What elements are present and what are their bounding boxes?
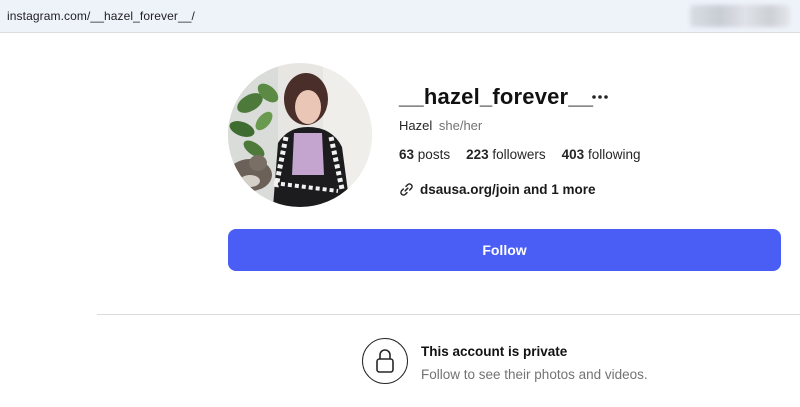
profile-photo <box>228 63 372 207</box>
followers-label: followers <box>492 147 546 162</box>
posts-count: 63 <box>399 147 415 162</box>
following-count: 403 <box>561 147 585 162</box>
link-text: dsausa.org/join and 1 more <box>420 182 596 197</box>
url-text[interactable]: instagram.com/__hazel_forever__/ <box>7 9 195 23</box>
profile-link[interactable]: dsausa.org/join and 1 more <box>399 182 596 197</box>
profile-avatar[interactable] <box>228 63 372 207</box>
followers-stat[interactable]: 223 followers <box>466 147 546 162</box>
private-account-title: This account is private <box>421 344 568 359</box>
section-divider <box>97 314 800 315</box>
display-name: Hazel <box>399 118 433 133</box>
followers-count: 223 <box>466 147 489 162</box>
posts-stat: 63 posts <box>399 147 450 162</box>
blurred-browser-controls <box>690 5 790 27</box>
private-account-subtitle: Follow to see their photos and videos. <box>421 367 648 382</box>
browser-address-bar[interactable]: instagram.com/__hazel_forever__/ <box>0 0 800 33</box>
following-stat[interactable]: 403 following <box>562 147 641 162</box>
more-options-icon[interactable] <box>589 87 611 107</box>
pronouns: she/her <box>438 118 483 133</box>
profile-name-row: Hazel she/her <box>399 118 482 133</box>
profile-stats: 63 posts 223 followers 403 following <box>399 147 656 162</box>
link-icon <box>400 183 413 196</box>
follow-button[interactable]: Follow <box>228 229 781 271</box>
lock-icon <box>362 338 408 384</box>
profile-username: __hazel_forever__ <box>399 84 594 109</box>
following-label: following <box>587 147 641 162</box>
posts-label: posts <box>417 147 451 162</box>
